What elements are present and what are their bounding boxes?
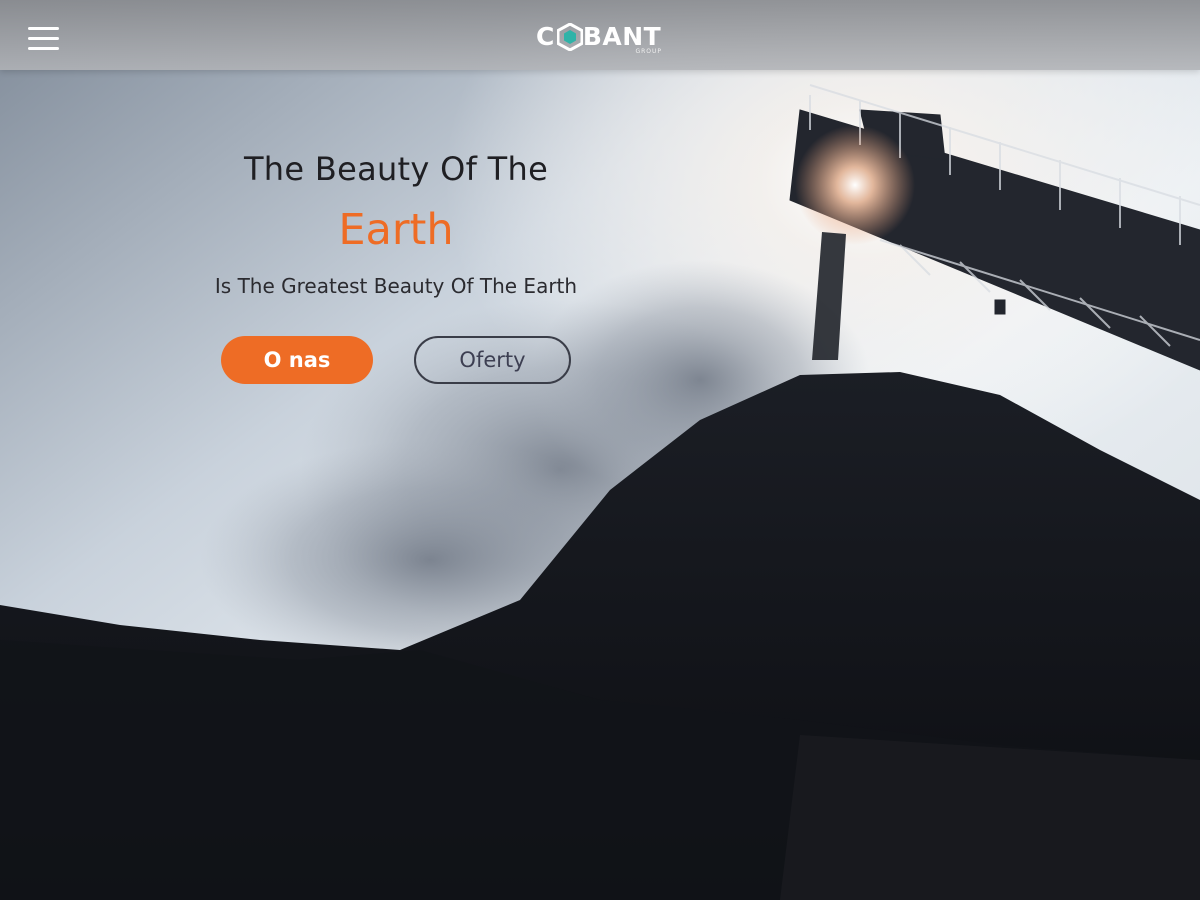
about-us-button[interactable]: O nas	[221, 336, 373, 384]
logo-subtext: GROUP	[635, 48, 662, 55]
top-navigation-bar: C BANT GROUP	[0, 0, 1200, 70]
cobant-logo[interactable]: C BANT GROUP	[536, 20, 668, 56]
hero-headline-line1: The Beauty Of The	[243, 150, 549, 188]
hamburger-menu-icon[interactable]	[24, 22, 64, 52]
hero-background-image	[0, 0, 1200, 900]
page: C BANT GROUP The Beauty Of The Earth Is T…	[0, 0, 1200, 900]
menu-line	[28, 47, 59, 50]
offers-button[interactable]: Oferty	[414, 336, 571, 384]
hexagon-icon	[557, 23, 583, 51]
menu-line	[28, 27, 59, 30]
menu-line	[28, 37, 59, 40]
hero-headline-highlight: Earth	[338, 205, 454, 255]
hero-subheadline: Is The Greatest Beauty Of The Earth	[214, 274, 578, 298]
